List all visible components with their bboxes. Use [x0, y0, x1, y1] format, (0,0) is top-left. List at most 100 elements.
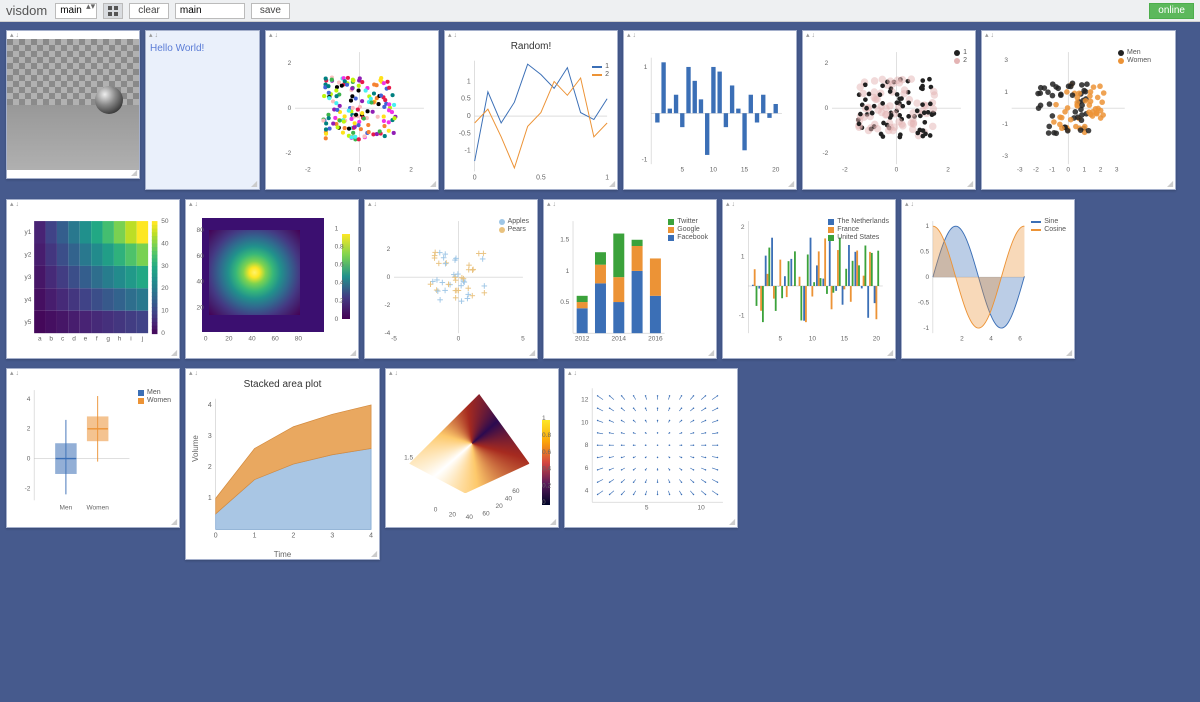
svg-text:1: 1: [644, 64, 648, 71]
scatter-bw-chart: -202-202: [803, 39, 975, 181]
pane-bar[interactable]: ▴ ↓: [565, 369, 737, 377]
svg-text:2: 2: [27, 426, 31, 433]
env-selector[interactable]: main: [55, 3, 97, 19]
pane-bar[interactable]: ▴ ↓: [386, 369, 558, 377]
resize-handle[interactable]: ◢: [788, 181, 796, 189]
grid-view-button[interactable]: [103, 3, 123, 19]
pane-bar[interactable]: ▴ ↓: [902, 200, 1074, 208]
status-button[interactable]: online: [1149, 3, 1194, 19]
svg-text:0: 0: [387, 274, 391, 281]
resize-handle[interactable]: ◢: [1066, 350, 1074, 358]
resize-handle[interactable]: ◢: [350, 350, 358, 358]
svg-text:2: 2: [1099, 167, 1103, 174]
pane-trig[interactable]: ▴ ↓ SineCosine 246-1-0.500.51 ◢: [901, 199, 1075, 359]
resize-handle[interactable]: ◢: [1167, 181, 1175, 189]
svg-text:6: 6: [585, 465, 589, 472]
svg-text:20: 20: [772, 167, 780, 174]
brand: visdom: [6, 3, 47, 18]
svg-text:1: 1: [208, 495, 212, 502]
resize-handle[interactable]: ◢: [609, 181, 617, 189]
svg-text:50: 50: [161, 218, 169, 225]
svg-text:-2: -2: [842, 167, 848, 174]
chart-title: Random!: [445, 39, 617, 52]
pane-contour[interactable]: ▴ ↓ 0204060802040608000.20.40.60.81 ◢: [185, 199, 359, 359]
pane-bar[interactable]: ▴ ↓: [723, 200, 895, 208]
resize-handle[interactable]: ◢: [887, 350, 895, 358]
pane-bar[interactable]: ▴ ↓: [445, 31, 617, 39]
clear-button[interactable]: clear: [129, 3, 169, 19]
pane-image[interactable]: ▴ ↓ ◢: [6, 30, 140, 179]
svg-text:0.4: 0.4: [542, 466, 551, 473]
svg-text:d: d: [72, 336, 76, 343]
filter-input[interactable]: [175, 3, 245, 19]
dashboard-canvas: ▴ ↓ ◢ ▴ ↓ Hello World! ◢ ▴ ↓ -202-202 ◢ …: [0, 22, 1200, 702]
pane-stacked-area[interactable]: ▴ ↓ Stacked area plot 012341234 Time Vol…: [185, 368, 380, 560]
pane-random-lines[interactable]: ▴ ↓ Random! 12 00.51-1-0.500.51 ◢: [444, 30, 618, 190]
resize-handle[interactable]: ◢: [529, 350, 537, 358]
svg-text:8: 8: [585, 442, 589, 449]
pane-surface[interactable]: ▴ ↓ 00.20.40.60.811.50204060204060 ◢: [385, 368, 559, 528]
pane-bar[interactable]: ▴ ↓: [7, 369, 179, 377]
resize-handle[interactable]: ◢: [430, 181, 438, 189]
pane-scatter-bw[interactable]: ▴ ↓ 12 -202-202 ◢: [802, 30, 976, 190]
resize-handle[interactable]: ◢: [171, 350, 179, 358]
pane-scatter-color[interactable]: ▴ ↓ -202-202 ◢: [265, 30, 439, 190]
resize-handle[interactable]: ◢: [729, 519, 737, 527]
svg-text:e: e: [84, 336, 88, 343]
svg-text:1: 1: [253, 532, 257, 539]
pane-scatter-menwomen[interactable]: ▴ ↓ MenWomen -3-2-10123-3-113 ◢: [981, 30, 1176, 190]
svg-text:5: 5: [680, 167, 684, 174]
pane-bar[interactable]: ▴ ↓: [982, 31, 1175, 39]
svg-text:20: 20: [495, 503, 503, 510]
svg-text:1: 1: [1083, 167, 1087, 174]
svg-text:3: 3: [208, 433, 212, 440]
pane-stacked-social[interactable]: ▴ ↓ TwitterGoogleFacebook 2012201420160.…: [543, 199, 717, 359]
svg-text:4: 4: [369, 532, 373, 539]
svg-text:f: f: [96, 336, 98, 343]
svg-text:3: 3: [1004, 57, 1008, 64]
pane-bar[interactable]: ▴ ↓: [7, 31, 139, 39]
resize-handle[interactable]: ◢: [550, 519, 558, 527]
pane-bar[interactable]: ▴ ↓: [266, 31, 438, 39]
pane-heatmap[interactable]: ▴ ↓ abcdefghijy1y2y3y4y501020304050 ◢: [6, 199, 180, 359]
svg-text:-5: -5: [391, 336, 397, 343]
pane-bar[interactable]: ▴ ↓: [365, 200, 537, 208]
svg-text:1: 1: [335, 225, 339, 232]
pane-quiver[interactable]: ▴ ↓ 5104681012 ◢: [564, 368, 738, 528]
svg-text:c: c: [61, 336, 65, 343]
resize-handle[interactable]: ◢: [371, 551, 379, 559]
resize-handle[interactable]: ◢: [171, 519, 179, 527]
legend: MenWomen: [1118, 49, 1151, 65]
svg-text:20: 20: [197, 304, 205, 311]
pane-bar[interactable]: ▴ ↓: [7, 200, 179, 208]
svg-text:4: 4: [27, 396, 31, 403]
resize-handle[interactable]: ◢: [131, 170, 139, 178]
bar20-chart: 5101520-11: [624, 39, 796, 181]
toolbar: visdom main ▴▾ clear save online: [0, 0, 1200, 22]
svg-text:-0.5: -0.5: [918, 299, 930, 306]
pane-bar[interactable]: ▴ ↓: [186, 369, 379, 377]
pane-apples-pears[interactable]: ▴ ↓ ApplesPears -505-4-202 ◢: [364, 199, 538, 359]
heatmap-chart: abcdefghijy1y2y3y4y501020304050: [7, 208, 179, 350]
pane-bar[interactable]: ▴ ↓: [624, 31, 796, 39]
svg-text:-1: -1: [923, 325, 929, 332]
pane-bar[interactable]: ▴ ↓: [544, 200, 716, 208]
svg-text:1: 1: [926, 223, 930, 230]
svg-text:15: 15: [841, 336, 849, 343]
resize-handle[interactable]: ◢: [708, 350, 716, 358]
pane-countries[interactable]: ▴ ↓ The NetherlandsFranceUnited States 5…: [722, 199, 896, 359]
svg-text:10: 10: [710, 167, 718, 174]
pane-boxplot[interactable]: ▴ ↓ MenWomen -2024MenWomen ◢: [6, 368, 180, 528]
resize-handle[interactable]: ◢: [967, 181, 975, 189]
pane-bar[interactable]: ▴ ↓: [146, 31, 259, 39]
pane-bar20[interactable]: ▴ ↓ 5101520-11 ◢: [623, 30, 797, 190]
pane-text[interactable]: ▴ ↓ Hello World! ◢: [145, 30, 260, 190]
resize-handle[interactable]: ◢: [251, 181, 259, 189]
svg-text:10: 10: [161, 308, 169, 315]
svg-text:40: 40: [466, 514, 474, 521]
svg-text:10: 10: [698, 505, 706, 512]
svg-text:-1: -1: [739, 312, 745, 319]
pane-bar[interactable]: ▴ ↓: [186, 200, 358, 208]
save-button[interactable]: save: [251, 3, 290, 19]
pane-bar[interactable]: ▴ ↓: [803, 31, 975, 39]
